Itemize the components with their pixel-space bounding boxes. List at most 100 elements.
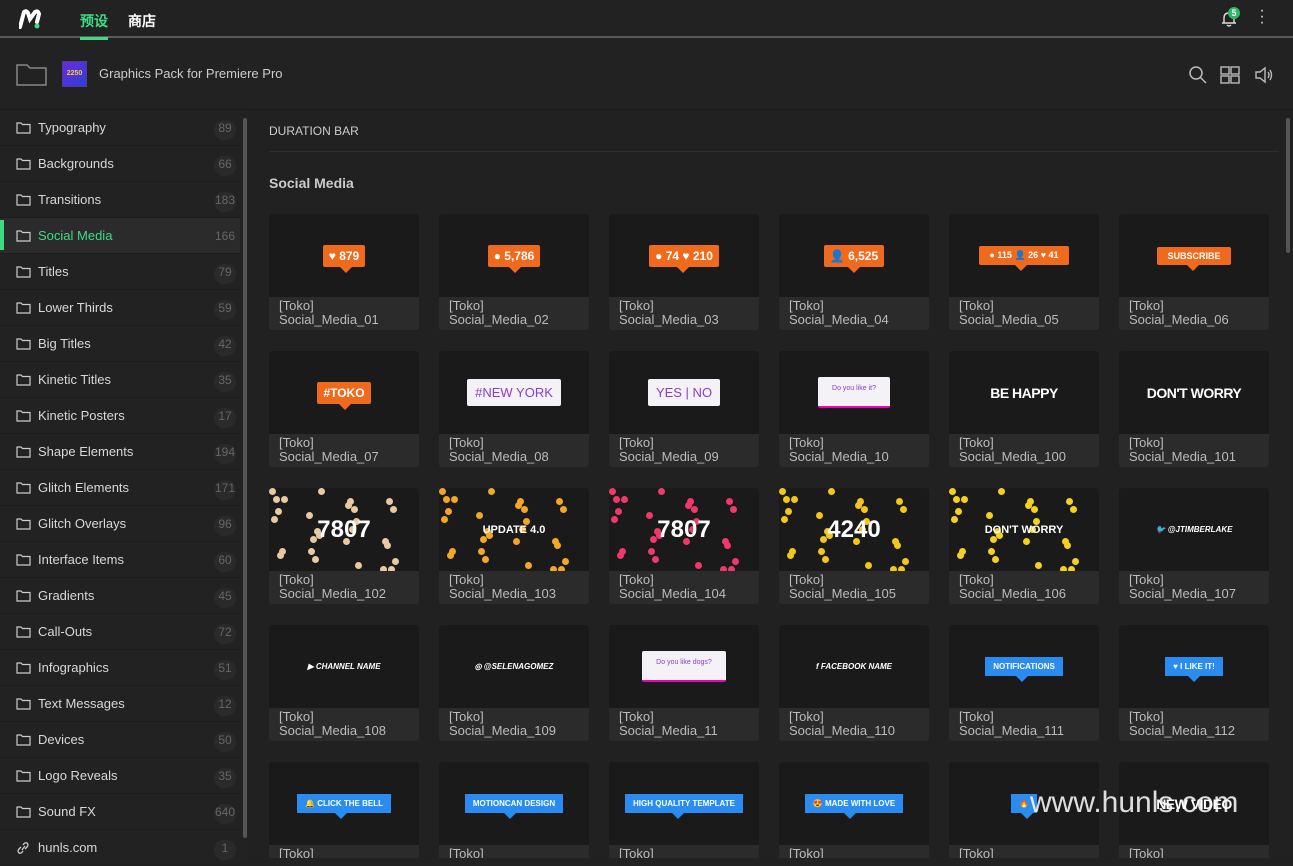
preset-card[interactable]: ▶ CHANNEL NAME [Toko] Social_Media_108 (269, 625, 419, 741)
sidebar-item-label: Gradients (38, 588, 95, 603)
preset-card[interactable]: NOTIFICATIONS [Toko] Social_Media_111 (949, 625, 1099, 741)
volume-icon[interactable] (1254, 65, 1274, 85)
sidebar-item[interactable]: Interface Items 60 (0, 542, 240, 578)
sidebar-item[interactable]: Glitch Elements 171 (0, 470, 240, 506)
preset-card[interactable]: ● 74 ♥ 210 [Toko] Social_Media_03 (609, 214, 759, 330)
preset-card[interactable]: ● 115 👤 26 ♥ 41 [Toko] Social_Media_05 (949, 214, 1099, 330)
sidebar-item[interactable]: Shape Elements 194 (0, 434, 240, 470)
sidebar-item-count: 72 (214, 624, 236, 644)
preset-name: [Toko] Social_Media_104 (619, 572, 726, 601)
preset-card[interactable]: #TOKO [Toko] Social_Media_07 (269, 351, 419, 467)
sidebar-item[interactable]: Call-Outs 72 (0, 614, 240, 650)
preset-card[interactable]: DON'T WORRY [Toko] Social_Media_101 (1119, 351, 1269, 467)
thumbnail-text: SUBSCRIBE (1157, 246, 1231, 271)
sidebar-item[interactable]: Typography 89 (0, 110, 240, 146)
watermark: www.hunls.com (1030, 786, 1239, 819)
sidebar-item-count: 51 (214, 660, 236, 680)
link-icon (17, 842, 29, 854)
preset-card[interactable]: 😍 MADE WITH LOVE [Toko] (779, 762, 929, 858)
tab-store[interactable]: 商店 (128, 11, 156, 31)
sidebar-item[interactable]: Backgrounds 66 (0, 146, 240, 182)
thumbnail-text: ● 115 👤 26 ♥ 41 (979, 246, 1069, 271)
sidebar-item-label: Social Media (38, 228, 113, 243)
sidebar-item[interactable]: Kinetic Posters 17 (0, 398, 240, 434)
preset-card[interactable]: SUBSCRIBE [Toko] Social_Media_06 (1119, 214, 1269, 330)
sidebar-item[interactable]: Logo Reveals 35 (0, 758, 240, 794)
sidebar-item[interactable]: Gradients 45 (0, 578, 240, 614)
sidebar-item-label: Text Messages (38, 696, 125, 711)
preset-card[interactable]: YES | NO [Toko] Social_Media_09 (609, 351, 759, 467)
folder-icon (16, 230, 31, 242)
folder-icon[interactable] (16, 62, 47, 86)
grid-view-icon[interactable] (1220, 65, 1240, 85)
preset-thumbnail: HIGH QUALITY TEMPLATE (609, 762, 759, 845)
preset-card[interactable]: #NEW YORK [Toko] Social_Media_08 (439, 351, 589, 467)
sidebar-item[interactable]: Text Messages 12 (0, 686, 240, 722)
sidebar-item-label: Devices (38, 732, 85, 747)
notification-badge: 5 (1228, 7, 1240, 19)
preset-card[interactable]: 🐦 @JTIMBERLAKE [Toko] Social_Media_107 (1119, 488, 1269, 604)
preset-card[interactable]: Do you like it? [Toko] Social_Media_10 (779, 351, 929, 467)
preset-card[interactable]: ♥ 879 [Toko] Social_Media_01 (269, 214, 419, 330)
preset-name: [Toko] Social_Media_08 (449, 435, 549, 464)
preset-card[interactable]: 7807 [Toko] Social_Media_102 (269, 488, 419, 604)
folder-icon (16, 122, 31, 134)
sidebar-item[interactable]: Infographics 51 (0, 650, 240, 686)
preset-thumbnail: ♥ 879 (269, 214, 419, 297)
sidebar-scrollbar[interactable] (243, 118, 247, 838)
preset-card[interactable]: 👤 6,525 [Toko] Social_Media_04 (779, 214, 929, 330)
search-icon[interactable] (1188, 65, 1208, 85)
thumbnail-text: UPDATE 4.0 (482, 523, 546, 536)
thumbnail-text: DON'T WORRY (1146, 384, 1242, 401)
preset-name: [Toko] (1129, 846, 1164, 859)
sidebar-item[interactable]: Big Titles 42 (0, 326, 240, 362)
tab-presets[interactable]: 预设 (80, 11, 108, 40)
folder-icon (16, 410, 31, 422)
preset-card[interactable]: 7807 [Toko] Social_Media_104 (609, 488, 759, 604)
sidebar-item-label: Glitch Overlays (38, 516, 127, 531)
app-logo-icon[interactable] (19, 9, 43, 29)
preset-name: [Toko] (279, 846, 314, 859)
preset-card[interactable]: ♥ I LIKE IT! [Toko] Social_Media_112 (1119, 625, 1269, 741)
sidebar-item[interactable]: Kinetic Titles 35 (0, 362, 240, 398)
preset-card[interactable]: f FACEBOOK NAME [Toko] Social_Media_110 (779, 625, 929, 741)
preset-card[interactable]: HIGH QUALITY TEMPLATE [Toko] (609, 762, 759, 858)
preset-card[interactable]: UPDATE 4.0 [Toko] Social_Media_103 (439, 488, 589, 604)
preset-card[interactable]: 4240 [Toko] Social_Media_105 (779, 488, 929, 604)
folder-icon (16, 518, 31, 530)
sidebar-item-label: Lower Thirds (38, 300, 113, 315)
preset-name: [Toko] (449, 846, 484, 859)
sidebar-item[interactable]: Glitch Overlays 96 (0, 506, 240, 542)
preset-thumbnail: Do you like dogs? (609, 625, 759, 708)
preset-card[interactable]: Do you like dogs? [Toko] Social_Media_11 (609, 625, 759, 741)
preset-thumbnail: 😍 MADE WITH LOVE (779, 762, 929, 845)
preset-card[interactable]: ◎ @SELENAGOMEZ [Toko] Social_Media_109 (439, 625, 589, 741)
preset-name: [Toko] Social_Media_04 (789, 298, 889, 327)
preset-card[interactable]: MOTIONCAN DESIGN [Toko] (439, 762, 589, 858)
sidebar-item[interactable]: Transitions 183 (0, 182, 240, 218)
section-duration-bar[interactable]: DURATION BAR (269, 124, 359, 138)
sidebar-item-label: Kinetic Posters (38, 408, 125, 423)
sidebar-item[interactable]: Lower Thirds 59 (0, 290, 240, 326)
preset-thumbnail: f FACEBOOK NAME (779, 625, 929, 708)
sidebar-item-count: 1 (214, 840, 236, 860)
more-menu-icon[interactable]: · · · (1256, 3, 1268, 31)
sidebar-item[interactable]: Devices 50 (0, 722, 240, 758)
sidebar-item-count: 96 (214, 516, 236, 536)
preset-card[interactable]: 🔔 CLICK THE BELL [Toko] (269, 762, 419, 858)
sidebar-item[interactable]: Social Media 166 (0, 218, 240, 254)
preset-card[interactable]: DON'T WORRY [Toko] Social_Media_106 (949, 488, 1099, 604)
preset-card[interactable]: BE HAPPY [Toko] Social_Media_100 (949, 351, 1099, 467)
folder-icon (16, 266, 31, 278)
preset-name: [Toko] Social_Media_02 (449, 298, 549, 327)
main-scrollbar[interactable] (1286, 118, 1290, 253)
sidebar-item-count: 166 (214, 228, 236, 248)
preset-name: [Toko] Social_Media_107 (1129, 572, 1236, 601)
sidebar-item[interactable]: hunls.com 1 (0, 830, 240, 866)
sidebar-item[interactable]: Titles 79 (0, 254, 240, 290)
sidebar-item-label: Kinetic Titles (38, 372, 111, 387)
sidebar-item-count: 60 (214, 552, 236, 572)
preset-card[interactable]: ● 5,786 [Toko] Social_Media_02 (439, 214, 589, 330)
sidebar-item[interactable]: Sound FX 640 (0, 794, 240, 830)
sidebar-item-label: Glitch Elements (38, 480, 130, 495)
